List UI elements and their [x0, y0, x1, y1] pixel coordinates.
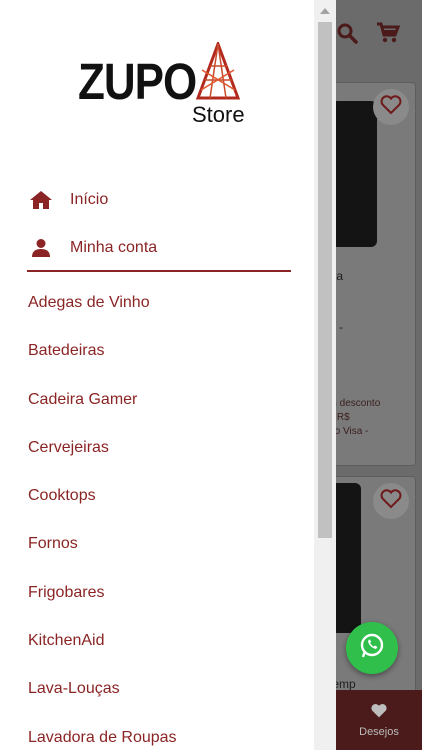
- category-list: Adegas de Vinho Batedeiras Cadeira Gamer…: [28, 280, 298, 750]
- nav-item-minha-conta[interactable]: Minha conta: [28, 224, 290, 272]
- brand-logo[interactable]: ZUPO Store: [78, 39, 246, 130]
- search-icon[interactable]: [336, 22, 358, 49]
- category-item[interactable]: Cooktops: [28, 473, 298, 521]
- category-item[interactable]: Adegas de Vinho: [28, 280, 298, 328]
- nav-item-inicio[interactable]: Início: [28, 176, 290, 224]
- category-item[interactable]: Cervejeiras: [28, 425, 298, 473]
- category-item[interactable]: Batedeiras: [28, 328, 298, 376]
- product-image: [331, 101, 377, 247]
- drawer-main-nav: Início Minha conta: [28, 176, 290, 272]
- category-item[interactable]: Frigobares: [28, 570, 298, 618]
- drawer-scrollbar[interactable]: [314, 0, 336, 750]
- whatsapp-icon: [357, 631, 387, 666]
- scroll-up-arrow-icon[interactable]: [314, 2, 336, 20]
- user-icon: [28, 238, 54, 258]
- drawer-divider: [27, 270, 291, 272]
- category-item[interactable]: Cadeira Gamer: [28, 377, 298, 425]
- brand-sub: Store: [192, 102, 245, 127]
- whatsapp-button[interactable]: [346, 622, 398, 674]
- category-item[interactable]: Lava-Louças: [28, 666, 298, 714]
- heart-icon: [370, 703, 388, 722]
- wishlist-tab-label: Desejos: [359, 725, 399, 738]
- nav-item-label: Minha conta: [70, 239, 158, 256]
- logo-triangle-icon: [195, 39, 241, 105]
- navigation-drawer: ZUPO Store Início Minha conta Adegas de …: [0, 0, 336, 750]
- wishlist-tab[interactable]: Desejos: [336, 690, 422, 750]
- home-icon: [28, 190, 54, 210]
- wishlist-button[interactable]: [373, 89, 409, 125]
- cart-icon[interactable]: [376, 22, 401, 49]
- category-item[interactable]: Lavadora de Roupas: [28, 715, 298, 750]
- category-item[interactable]: KitchenAid: [28, 618, 298, 666]
- wishlist-button[interactable]: [373, 483, 409, 519]
- scrollbar-thumb[interactable]: [318, 22, 332, 538]
- header-icons: [336, 22, 401, 49]
- heart-icon: [380, 488, 402, 514]
- heart-icon: [380, 94, 402, 120]
- category-item[interactable]: Fornos: [28, 521, 298, 569]
- brand-name: ZUPO: [78, 54, 197, 111]
- nav-item-label: Início: [70, 191, 109, 208]
